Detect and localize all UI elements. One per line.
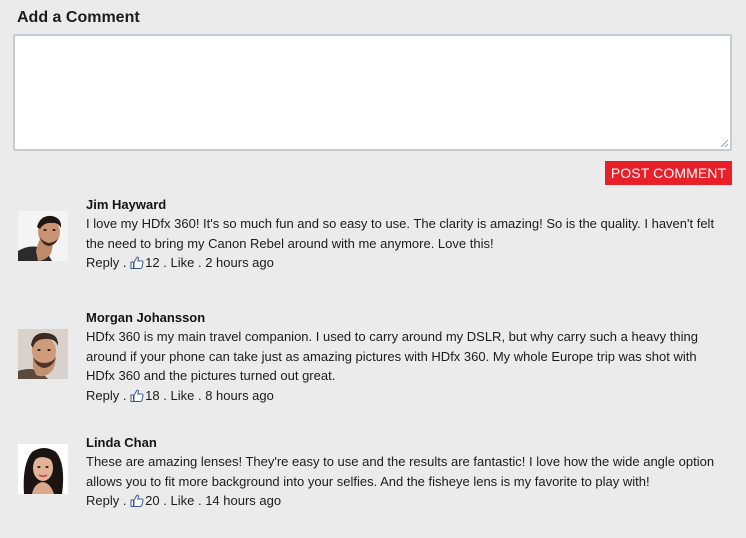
thumbs-up-icon[interactable] bbox=[130, 389, 144, 402]
meta-separator: . bbox=[197, 387, 202, 403]
avatar-image bbox=[18, 329, 68, 379]
meta-separator: . bbox=[122, 255, 127, 270]
comment-meta: Reply . 20 . Like . 14 hours ago bbox=[86, 491, 726, 511]
like-link[interactable]: Like bbox=[170, 388, 194, 403]
like-count: 20 bbox=[145, 493, 160, 508]
post-comment-button[interactable]: POST COMMENT bbox=[605, 161, 732, 185]
comment-meta: Reply . 12 . Like . 2 hours ago bbox=[86, 253, 726, 273]
avatar-image bbox=[18, 444, 68, 494]
comment-timestamp: 14 hours ago bbox=[205, 493, 282, 508]
meta-separator: . bbox=[122, 493, 127, 508]
meta-separator: . bbox=[163, 387, 167, 403]
comment-author: Linda Chan bbox=[86, 435, 157, 450]
avatar bbox=[18, 444, 68, 494]
like-link[interactable]: Like bbox=[170, 255, 194, 270]
comment-body: Linda Chan These are amazing lenses! The… bbox=[86, 433, 726, 511]
reply-link[interactable]: Reply bbox=[86, 388, 119, 403]
comment-meta: Reply . 18 . Like . 8 hours ago bbox=[86, 386, 726, 406]
avatar bbox=[18, 211, 68, 261]
comment-timestamp: 8 hours ago bbox=[205, 387, 274, 403]
thumbs-up-icon[interactable] bbox=[130, 494, 144, 507]
comment-body: Jim Hayward I love my HDfx 360! It's so … bbox=[86, 195, 726, 273]
comment-author: Morgan Johansson bbox=[86, 310, 206, 325]
like-count: 12 bbox=[145, 255, 160, 270]
avatar bbox=[18, 329, 68, 379]
comment-text: I love my HDfx 360! It's so much fun and… bbox=[86, 216, 715, 251]
like-link[interactable]: Like bbox=[170, 493, 194, 508]
thumbs-up-icon[interactable] bbox=[130, 256, 144, 269]
comment-author: Jim Hayward bbox=[86, 197, 167, 212]
meta-separator: . bbox=[197, 255, 202, 270]
comment-body: Morgan Johansson HDfx 360 is my main tra… bbox=[86, 308, 726, 405]
meta-separator: . bbox=[197, 493, 202, 508]
reply-link[interactable]: Reply bbox=[86, 255, 119, 270]
comment-textarea[interactable] bbox=[13, 34, 732, 151]
meta-separator: . bbox=[163, 255, 167, 270]
reply-link[interactable]: Reply bbox=[86, 493, 119, 508]
comment-text: HDfx 360 is my main travel companion. I … bbox=[86, 329, 698, 383]
comment-text: These are amazing lenses! They're easy t… bbox=[86, 454, 715, 489]
like-count: 18 bbox=[145, 387, 160, 403]
comment-timestamp: 2 hours ago bbox=[205, 255, 274, 270]
add-comment-heading: Add a Comment bbox=[17, 9, 140, 26]
meta-separator: . bbox=[122, 387, 127, 403]
avatar-image bbox=[18, 211, 68, 261]
resize-grip-icon[interactable] bbox=[720, 139, 729, 148]
meta-separator: . bbox=[163, 493, 167, 508]
